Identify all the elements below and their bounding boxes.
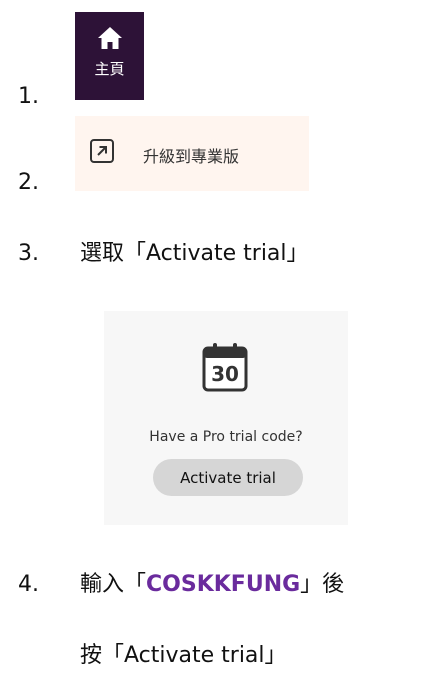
calendar-icon: 30: [201, 342, 249, 396]
step-3-instruction: 選取「Activate trial」: [80, 241, 309, 266]
activate-trial-button[interactable]: Activate trial: [153, 459, 303, 496]
trial-code-question: Have a Pro trial code?: [149, 429, 303, 445]
step-3-number: 3.: [18, 241, 39, 266]
home-nav-tile[interactable]: 主頁: [75, 12, 144, 100]
pro-trial-card: 30 Have a Pro trial code? Activate trial: [104, 311, 348, 525]
calendar-number: 30: [211, 362, 239, 386]
step-4-text-before: 輸入「: [80, 572, 147, 597]
home-icon: [97, 26, 123, 54]
step-1-number: 1.: [18, 84, 39, 109]
trial-code: COSKKFUNG: [146, 572, 301, 597]
upgrade-to-pro-item[interactable]: 升級到專業版: [75, 116, 309, 191]
external-arrow-icon: [89, 138, 115, 168]
step-4-text-after: 」後: [300, 572, 345, 597]
upgrade-label: 升級到專業版: [143, 147, 240, 166]
step-4-instruction: 輸入「COSKKFUNG」後: [80, 574, 344, 596]
home-label: 主頁: [94, 60, 125, 78]
step-2-number: 2.: [18, 170, 39, 195]
step-4-number: 4.: [18, 572, 39, 597]
step-4-instruction-line2: 按「Activate trial」: [80, 643, 287, 668]
